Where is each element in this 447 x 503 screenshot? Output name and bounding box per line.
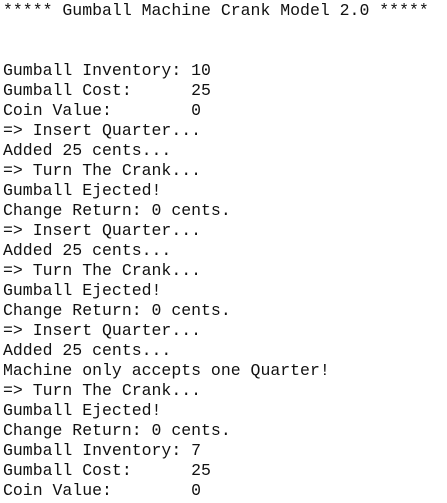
cost-line-initial: Gumball Cost: 25 [3,81,211,100]
console-line: Gumball Ejected! [3,401,162,420]
console-line: => Turn The Crank... [3,161,202,180]
inventory-line-final: Gumball Inventory: 7 [3,441,202,460]
console-line: => Insert Quarter... [3,321,202,340]
console-line: => Insert Quarter... [3,121,202,140]
console-error-line: Machine only accepts one Quarter! [3,361,330,380]
console-output: ***** Gumball Machine Crank Model 2.0 **… [0,0,447,503]
console-line: Change Return: 0 cents. [3,301,231,320]
cost-line-final: Gumball Cost: 25 [3,461,211,480]
coin-value-line-initial: Coin Value: 0 [3,101,202,120]
console-line: Added 25 cents... [3,341,172,360]
console-line: Change Return: 0 cents. [3,421,231,440]
console-line: Change Return: 0 cents. [3,201,231,220]
console-line: Added 25 cents... [3,241,172,260]
console-header: ***** Gumball Machine Crank Model 2.0 **… [3,1,429,20]
console-line: Gumball Ejected! [3,181,162,200]
console-line: => Turn The Crank... [3,261,202,280]
inventory-line-initial: Gumball Inventory: 10 [3,61,211,80]
console-line: => Insert Quarter... [3,221,202,240]
coin-value-line-final: Coin Value: 0 [3,481,202,500]
console-line: Added 25 cents... [3,141,172,160]
console-line: Gumball Ejected! [3,281,162,300]
console-line: => Turn The Crank... [3,381,202,400]
